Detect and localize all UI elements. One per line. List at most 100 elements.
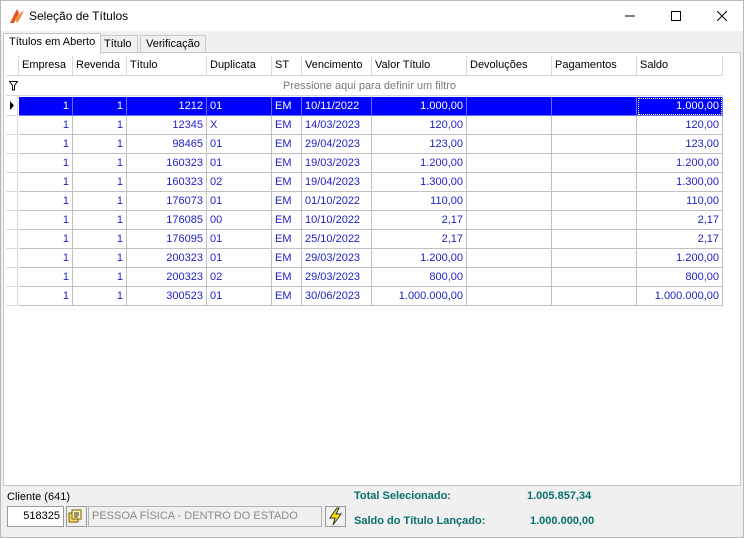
cell-revenda[interactable]: 1: [73, 116, 127, 135]
cell-devolucoes[interactable]: [467, 249, 552, 268]
header-duplicata[interactable]: Duplicata: [207, 56, 272, 76]
header-devolucoes[interactable]: Devoluções: [467, 56, 552, 76]
cell-saldo[interactable]: 2,17: [637, 211, 723, 230]
cell-titulo[interactable]: 200323: [127, 268, 207, 287]
cell-empresa[interactable]: 1: [19, 173, 73, 192]
cell-valor[interactable]: 1.200,00: [372, 249, 467, 268]
cell-st[interactable]: EM: [272, 173, 302, 192]
cell-titulo[interactable]: 176085: [127, 211, 207, 230]
cell-duplicata[interactable]: X: [207, 116, 272, 135]
table-row[interactable]: 1 1 12345 X EM 14/03/2023 120,00 120,00: [6, 116, 723, 135]
cell-titulo[interactable]: 200323: [127, 249, 207, 268]
cell-pagamentos[interactable]: [552, 268, 637, 287]
cell-titulo[interactable]: 176095: [127, 230, 207, 249]
cell-pagamentos[interactable]: [552, 135, 637, 154]
close-button[interactable]: [699, 1, 744, 31]
cell-revenda[interactable]: 1: [73, 230, 127, 249]
cell-revenda[interactable]: 1: [73, 154, 127, 173]
cell-titulo[interactable]: 98465: [127, 135, 207, 154]
header-vencimento[interactable]: Vencimento: [302, 56, 372, 76]
table-row[interactable]: 1 1 300523 01 EM 30/06/2023 1.000.000,00 1.000.…: [6, 287, 723, 306]
cell-empresa[interactable]: 1: [19, 154, 73, 173]
cell-vencimento[interactable]: 19/03/2023: [302, 154, 372, 173]
cell-st[interactable]: EM: [272, 116, 302, 135]
cell-revenda[interactable]: 1: [73, 97, 127, 116]
cell-empresa[interactable]: 1: [19, 116, 73, 135]
cell-saldo[interactable]: 1.200,00: [637, 249, 723, 268]
cell-devolucoes[interactable]: [467, 287, 552, 306]
cell-empresa[interactable]: 1: [19, 97, 73, 116]
cell-duplicata[interactable]: 02: [207, 268, 272, 287]
cell-revenda[interactable]: 1: [73, 268, 127, 287]
cell-st[interactable]: EM: [272, 230, 302, 249]
cell-titulo[interactable]: 160323: [127, 173, 207, 192]
table-row[interactable]: 1 1 176073 01 EM 01/10/2022 110,00 110,00: [6, 192, 723, 211]
cell-st[interactable]: EM: [272, 249, 302, 268]
cliente-code-field[interactable]: 518325: [7, 506, 64, 527]
table-row[interactable]: 1 1 176085 00 EM 10/10/2022 2,17 2,17: [6, 211, 723, 230]
cell-devolucoes[interactable]: [467, 135, 552, 154]
cell-revenda[interactable]: 1: [73, 211, 127, 230]
cell-vencimento[interactable]: 10/10/2022: [302, 211, 372, 230]
cell-saldo[interactable]: 123,00: [637, 135, 723, 154]
cell-vencimento[interactable]: 30/06/2023: [302, 287, 372, 306]
cell-revenda[interactable]: 1: [73, 249, 127, 268]
cell-st[interactable]: EM: [272, 192, 302, 211]
cell-devolucoes[interactable]: [467, 230, 552, 249]
table-row[interactable]: 1 1 200323 01 EM 29/03/2023 1.200,00 1.200,00: [6, 249, 723, 268]
cell-duplicata[interactable]: 01: [207, 230, 272, 249]
cell-saldo[interactable]: 1.000,00: [637, 97, 723, 116]
cell-valor[interactable]: 1.200,00: [372, 154, 467, 173]
cell-pagamentos[interactable]: [552, 192, 637, 211]
cell-devolucoes[interactable]: [467, 97, 552, 116]
table-row[interactable]: 1 1 1212 01 EM 10/11/2022 1.000,00 1.000,00: [6, 97, 723, 116]
cell-titulo[interactable]: 1212: [127, 97, 207, 116]
cell-saldo[interactable]: 1.300,00: [637, 173, 723, 192]
cell-duplicata[interactable]: 01: [207, 97, 272, 116]
cell-saldo[interactable]: 1.200,00: [637, 154, 723, 173]
cell-st[interactable]: EM: [272, 211, 302, 230]
cell-pagamentos[interactable]: [552, 154, 637, 173]
cell-devolucoes[interactable]: [467, 268, 552, 287]
cell-revenda[interactable]: 1: [73, 135, 127, 154]
cell-pagamentos[interactable]: [552, 116, 637, 135]
cell-saldo[interactable]: 800,00: [637, 268, 723, 287]
cell-revenda[interactable]: 1: [73, 192, 127, 211]
cell-st[interactable]: EM: [272, 154, 302, 173]
cell-empresa[interactable]: 1: [19, 230, 73, 249]
cell-valor[interactable]: 2,17: [372, 230, 467, 249]
cell-vencimento[interactable]: 25/10/2022: [302, 230, 372, 249]
cell-pagamentos[interactable]: [552, 287, 637, 306]
cell-st[interactable]: EM: [272, 135, 302, 154]
cell-valor[interactable]: 123,00: [372, 135, 467, 154]
cell-vencimento[interactable]: 29/04/2023: [302, 135, 372, 154]
cell-pagamentos[interactable]: [552, 249, 637, 268]
cell-duplicata[interactable]: 01: [207, 192, 272, 211]
table-row[interactable]: 1 1 160323 02 EM 19/04/2023 1.300,00 1.300,00: [6, 173, 723, 192]
maximize-button[interactable]: [653, 1, 699, 31]
table-row[interactable]: 1 1 160323 01 EM 19/03/2023 1.200,00 1.200,00: [6, 154, 723, 173]
cell-titulo[interactable]: 160323: [127, 154, 207, 173]
header-revenda[interactable]: Revenda: [73, 56, 127, 76]
cell-valor[interactable]: 2,17: [372, 211, 467, 230]
cell-empresa[interactable]: 1: [19, 249, 73, 268]
cell-valor[interactable]: 1.000,00: [372, 97, 467, 116]
cell-pagamentos[interactable]: [552, 97, 637, 116]
table-row[interactable]: 1 1 200323 02 EM 29/03/2023 800,00 800,00: [6, 268, 723, 287]
cell-vencimento[interactable]: 29/03/2023: [302, 249, 372, 268]
cell-titulo[interactable]: 176073: [127, 192, 207, 211]
cell-revenda[interactable]: 1: [73, 287, 127, 306]
cell-revenda[interactable]: 1: [73, 173, 127, 192]
cell-valor[interactable]: 1.300,00: [372, 173, 467, 192]
cell-empresa[interactable]: 1: [19, 135, 73, 154]
filter-row[interactable]: Pressione aqui para definir um filtro: [6, 76, 723, 96]
cell-valor[interactable]: 1.000.000,00: [372, 287, 467, 306]
cell-saldo[interactable]: 110,00: [637, 192, 723, 211]
header-titulo[interactable]: Título: [127, 56, 207, 76]
cell-vencimento[interactable]: 01/10/2022: [302, 192, 372, 211]
table-row[interactable]: 1 1 98465 01 EM 29/04/2023 123,00 123,00: [6, 135, 723, 154]
tab-verificacao[interactable]: Verificação: [140, 35, 206, 53]
cell-devolucoes[interactable]: [467, 173, 552, 192]
cell-empresa[interactable]: 1: [19, 211, 73, 230]
cell-empresa[interactable]: 1: [19, 268, 73, 287]
